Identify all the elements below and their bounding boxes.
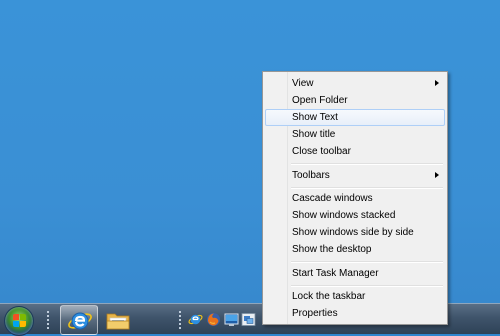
menu-item-label: Toolbars — [292, 170, 330, 181]
menu-item-label: Close toolbar — [292, 146, 351, 157]
toolbar-grip[interactable] — [178, 310, 182, 330]
menu-item-label: Show Text — [292, 112, 338, 123]
taskbar-button-internet-explorer[interactable] — [60, 305, 98, 335]
menu-item-close-toolbar[interactable]: Close toolbar — [265, 143, 445, 160]
taskbar-button-windows-explorer[interactable] — [99, 305, 137, 335]
menu-item-show-title[interactable]: Show title — [265, 126, 445, 143]
menu-item-label: Properties — [292, 308, 338, 319]
menu-item-cascade-windows[interactable]: Cascade windows — [265, 190, 445, 207]
menu-item-view[interactable]: View — [265, 75, 445, 92]
windows-explorer-icon — [106, 313, 130, 330]
menu-item-label: Start Task Manager — [292, 268, 379, 279]
menu-item-label: Show title — [292, 129, 336, 140]
firefox-icon[interactable] — [206, 312, 221, 327]
menu-item-show-windows-side-by-side[interactable]: Show windows side by side — [265, 224, 445, 241]
menu-separator — [291, 261, 443, 263]
start-button[interactable] — [4, 306, 34, 336]
menu-item-label: Show windows stacked — [292, 210, 396, 221]
menu-item-label: Open Folder — [292, 95, 348, 106]
menu-item-lock-the-taskbar[interactable]: Lock the taskbar — [265, 288, 445, 305]
menu-item-label: Cascade windows — [292, 193, 373, 204]
menu-item-toolbars[interactable]: Toolbars — [265, 167, 445, 184]
menu-item-label: View — [292, 78, 314, 89]
menu-separator — [291, 187, 443, 189]
taskbar-context-menu: View Open Folder Show Text Show title Cl… — [262, 71, 448, 325]
switch-windows-icon[interactable] — [241, 312, 256, 327]
menu-separator — [291, 285, 443, 287]
menu-item-open-folder[interactable]: Open Folder — [265, 92, 445, 109]
menu-item-label: Show windows side by side — [292, 227, 414, 238]
submenu-arrow-icon — [435, 172, 439, 178]
menu-item-properties[interactable]: Properties — [265, 305, 445, 322]
menu-item-label: Show the desktop — [292, 244, 372, 255]
taskbar-grip[interactable] — [46, 310, 50, 330]
internet-explorer-icon — [68, 312, 92, 330]
menu-item-show-the-desktop[interactable]: Show the desktop — [265, 241, 445, 258]
menu-item-label: Lock the taskbar — [292, 291, 366, 302]
submenu-arrow-icon — [435, 80, 439, 86]
windows-logo-icon — [13, 314, 27, 328]
menu-separator — [291, 163, 443, 165]
menu-item-start-task-manager[interactable]: Start Task Manager — [265, 265, 445, 282]
menu-item-show-text[interactable]: Show Text — [265, 109, 445, 126]
menu-item-show-windows-stacked[interactable]: Show windows stacked — [265, 207, 445, 224]
show-desktop-icon[interactable] — [224, 312, 239, 327]
internet-explorer-icon[interactable] — [188, 312, 203, 327]
